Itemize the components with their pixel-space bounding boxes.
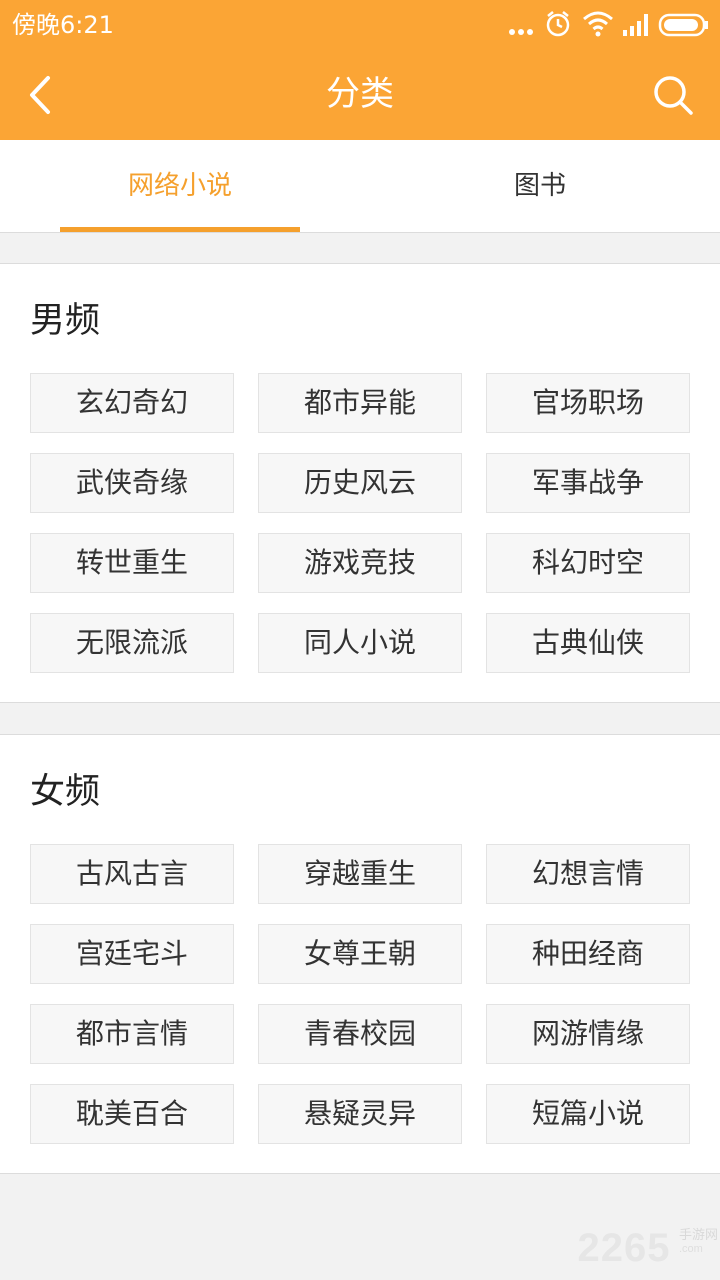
status-bar: 傍晚6:21 <box>0 0 720 50</box>
category-button[interactable]: 游戏竞技 <box>258 533 462 593</box>
nav-bar: 分类 <box>0 50 720 140</box>
category-button[interactable]: 都市异能 <box>258 373 462 433</box>
section-male: 男频 玄幻奇幻 都市异能 官场职场 武侠奇缘 历史风云 军事战争 转世重生 游戏… <box>0 263 720 703</box>
category-button[interactable]: 古风古言 <box>30 844 234 904</box>
category-button[interactable]: 悬疑灵异 <box>258 1084 462 1144</box>
category-button[interactable]: 军事战争 <box>486 453 690 513</box>
category-button[interactable]: 官场职场 <box>486 373 690 433</box>
section-title: 女频 <box>30 772 101 812</box>
tab-books[interactable]: 图书 <box>420 140 660 232</box>
category-button[interactable]: 无限流派 <box>30 613 234 673</box>
status-icons <box>508 8 708 42</box>
category-button[interactable]: 科幻时空 <box>486 533 690 593</box>
category-button[interactable]: 青春校园 <box>258 1004 462 1064</box>
signal-icon <box>623 14 648 36</box>
category-button[interactable]: 穿越重生 <box>258 844 462 904</box>
watermark-number: 2265 <box>577 1226 671 1270</box>
watermark-suffix: .com <box>678 1243 703 1255</box>
search-button[interactable] <box>652 74 694 116</box>
section-female: 女频 古风古言 穿越重生 幻想言情 宫廷宅斗 女尊王朝 种田经商 都市言情 青春… <box>0 734 720 1174</box>
tab-web-novels[interactable]: 网络小说 <box>60 140 300 232</box>
category-button[interactable]: 女尊王朝 <box>258 924 462 984</box>
battery-icon <box>658 13 708 37</box>
category-button[interactable]: 古典仙侠 <box>486 613 690 673</box>
category-button[interactable]: 历史风云 <box>258 453 462 513</box>
watermark-side: 手游网 .com <box>679 1228 718 1256</box>
tab-label: 网络小说 <box>127 171 232 201</box>
page-title: 分类 <box>326 74 394 114</box>
category-button[interactable]: 耽美百合 <box>30 1084 234 1144</box>
category-button[interactable]: 短篇小说 <box>486 1084 690 1144</box>
app-header: 傍晚6:21 分类 <box>0 0 720 140</box>
category-button[interactable]: 宫廷宅斗 <box>30 924 234 984</box>
tab-active-indicator <box>60 227 300 232</box>
category-tabs: 网络小说 图书 <box>0 140 720 233</box>
category-button[interactable]: 武侠奇缘 <box>30 453 234 513</box>
category-button[interactable]: 都市言情 <box>30 1004 234 1064</box>
category-button[interactable]: 玄幻奇幻 <box>30 373 234 433</box>
wifi-icon <box>583 11 613 37</box>
category-button[interactable]: 网游情缘 <box>486 1004 690 1064</box>
category-button[interactable]: 幻想言情 <box>486 844 690 904</box>
section-title: 男频 <box>30 301 101 341</box>
more-dots-icon <box>509 29 533 35</box>
tab-label: 图书 <box>513 171 566 201</box>
watermark-logo: 2265 手游网 .com <box>577 1226 718 1270</box>
category-button[interactable]: 转世重生 <box>30 533 234 593</box>
status-time: 傍晚6:21 <box>12 11 114 39</box>
category-button[interactable]: 同人小说 <box>258 613 462 673</box>
alarm-icon <box>546 11 570 37</box>
watermark-text: 手游网 <box>678 1227 718 1242</box>
category-button[interactable]: 种田经商 <box>486 924 690 984</box>
